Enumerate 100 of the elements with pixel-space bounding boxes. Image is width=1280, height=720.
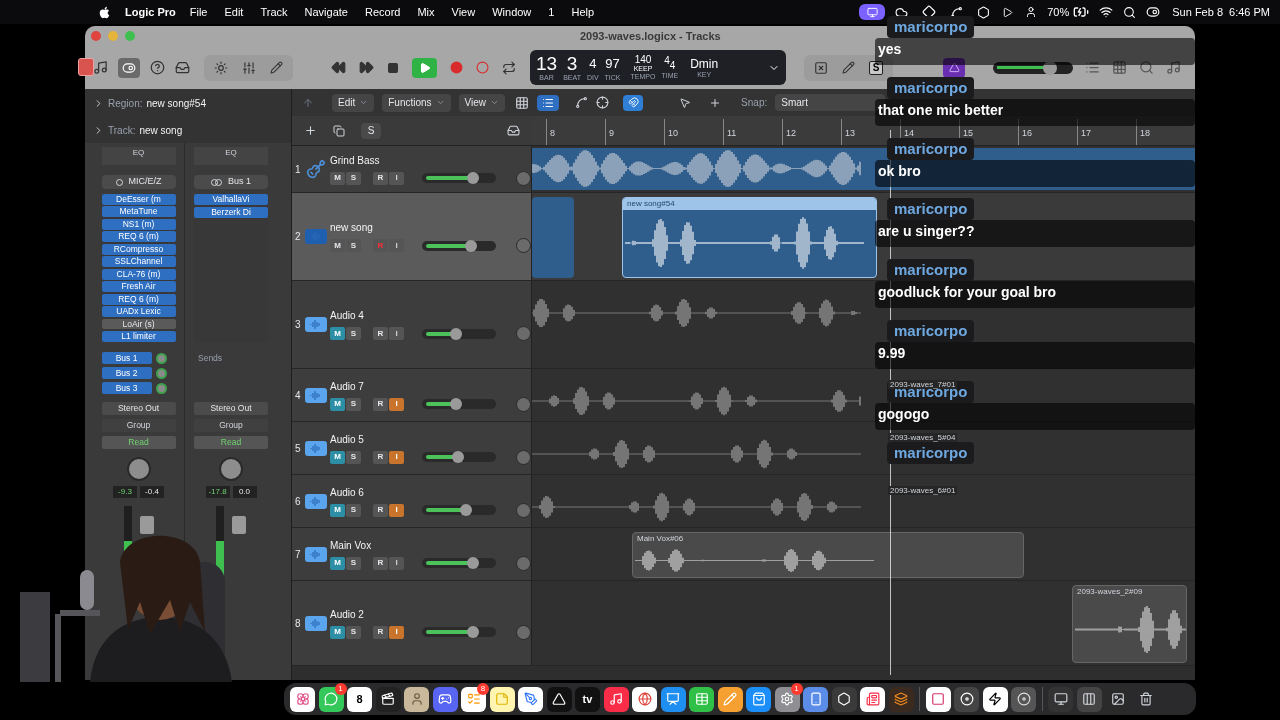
slider-thumb[interactable]: [449, 327, 462, 340]
track-header[interactable]: 1 Grind Bass M S R I: [292, 146, 532, 192]
send-slot[interactable]: Bus 1: [101, 352, 152, 364]
catch-button[interactable]: [623, 94, 644, 111]
inspector-toggle[interactable]: [118, 57, 140, 78]
audio-region[interactable]: 2093-waves_2#09: [1072, 585, 1187, 663]
track-header[interactable]: 5 Audio 5 M S R I: [292, 422, 532, 474]
diamond-icon[interactable]: [922, 5, 937, 19]
plugin-slot[interactable]: L1 limiter: [101, 331, 176, 342]
news-icon[interactable]: [860, 686, 885, 712]
input-button[interactable]: I: [389, 327, 404, 340]
help-icon[interactable]: [150, 60, 165, 75]
mute-button[interactable]: M: [330, 327, 345, 340]
mixer-icon[interactable]: [242, 60, 256, 75]
library-icon[interactable]: [93, 60, 108, 75]
track-header[interactable]: 2 new song M S R I: [292, 193, 532, 280]
eq-display[interactable]: EQ: [194, 147, 268, 165]
hexagon-icon[interactable]: [977, 5, 991, 19]
input-button[interactable]: I: [389, 239, 404, 252]
notes-icon[interactable]: [489, 686, 515, 712]
grid-view-icon[interactable]: [515, 95, 530, 110]
record-button[interactable]: R: [373, 397, 388, 411]
freeform-icon[interactable]: [518, 686, 543, 712]
inbox-icon[interactable]: [175, 60, 190, 75]
pan-knob[interactable]: [219, 457, 243, 481]
wifi-icon[interactable]: [1099, 5, 1114, 19]
user-status-icon[interactable]: [1025, 6, 1038, 18]
menu-button[interactable]: View: [458, 93, 506, 112]
slider-thumb[interactable]: [466, 557, 479, 569]
list-view-button[interactable]: [537, 94, 560, 111]
rewind-icon[interactable]: [331, 60, 346, 75]
plugin-slot[interactable]: DeEsser (m: [101, 194, 176, 205]
flex-icon[interactable]: [596, 96, 610, 109]
cloud-icon[interactable]: [895, 5, 909, 19]
menu-item[interactable]: Mix: [417, 3, 435, 21]
menu-item[interactable]: 1: [548, 3, 555, 21]
record-button[interactable]: R: [373, 556, 388, 570]
plugin-slot[interactable]: Fresh Air: [101, 281, 176, 293]
apple-menu-icon[interactable]: [98, 5, 111, 19]
automation-mode[interactable]: Read: [101, 436, 176, 449]
group-slot[interactable]: Group: [101, 419, 176, 432]
menu-button[interactable]: Functions: [382, 93, 451, 112]
stop-icon[interactable]: [387, 61, 399, 74]
volume-fader[interactable]: [139, 516, 154, 534]
menu-item[interactable]: Window: [492, 3, 532, 21]
solo-button[interactable]: S: [346, 239, 361, 252]
window-thumbnail[interactable]: [1048, 686, 1073, 712]
group-slot[interactable]: Group: [194, 419, 268, 432]
send-knob[interactable]: [155, 367, 167, 379]
volume-slider[interactable]: [422, 452, 496, 462]
output-slot[interactable]: Stereo Out: [101, 402, 176, 415]
solo-button[interactable]: S: [346, 503, 361, 517]
pan-knob[interactable]: [516, 502, 531, 518]
app-menu[interactable]: Logic Pro: [125, 3, 176, 21]
plugin-slot[interactable]: NS1 (m): [101, 218, 176, 230]
track-header[interactable]: 4 Audio 7 M S R I: [292, 369, 532, 421]
pan-knob[interactable]: [516, 326, 531, 341]
pan-knob[interactable]: [516, 396, 531, 412]
track-header[interactable]: 6 Audio 6 M S R I: [292, 475, 532, 527]
pan-knob[interactable]: [126, 457, 151, 481]
input-button[interactable]: I: [389, 450, 404, 464]
photos-icon[interactable]: [290, 686, 315, 712]
slider-thumb[interactable]: [451, 451, 464, 463]
input-button[interactable]: I: [389, 171, 404, 185]
secondary-tool-icon[interactable]: [709, 96, 722, 109]
automation-mode[interactable]: Read: [194, 436, 268, 449]
solo-button[interactable]: S: [346, 397, 361, 411]
track-disclosure[interactable]: Track: new song: [85, 117, 291, 143]
menu-item[interactable]: File: [189, 3, 208, 21]
input-slot[interactable]: Bus 1: [194, 175, 268, 189]
screen-share-icon[interactable]: [859, 4, 886, 20]
mute-button[interactable]: M: [330, 556, 345, 570]
send-slot[interactable]: Bus 3: [101, 382, 152, 394]
volume-slider[interactable]: [422, 505, 496, 515]
eq-display[interactable]: EQ: [101, 147, 176, 165]
send-slot[interactable]: Bus 2: [101, 367, 152, 379]
calendar-icon[interactable]: 8: [347, 686, 372, 712]
plugin-slot[interactable]: Berzerk Di: [194, 206, 268, 218]
metronome-button[interactable]: [943, 57, 965, 78]
plugin-slot[interactable]: RCompresso: [101, 243, 176, 255]
count-in-icon[interactable]: [814, 60, 828, 75]
slider-thumb[interactable]: [449, 398, 462, 410]
play-button[interactable]: [412, 57, 437, 78]
keynote-icon[interactable]: [660, 686, 686, 712]
track-header[interactable]: 3 Audio 4 M S R I: [292, 281, 532, 368]
solo-button[interactable]: S: [346, 556, 361, 570]
track-header[interactable]: 8 Audio 2 M S R I: [292, 581, 532, 665]
cycle-icon[interactable]: [502, 60, 516, 75]
plugin-slot[interactable]: ValhallaVi: [194, 194, 268, 205]
volume-slider[interactable]: [422, 627, 496, 637]
volume-slider[interactable]: [422, 558, 496, 568]
pan-knob[interactable]: [516, 170, 531, 186]
clapperboard-icon[interactable]: [375, 686, 401, 712]
control-center-icon[interactable]: [1146, 5, 1161, 19]
input-button[interactable]: I: [389, 556, 404, 570]
menu-button[interactable]: Edit: [332, 93, 375, 112]
region-disclosure[interactable]: Region: new song#54: [85, 89, 291, 117]
plugin-slot[interactable]: UADx Lexic: [101, 306, 176, 318]
score-toggle[interactable]: S: [869, 60, 883, 75]
menu-item[interactable]: Edit: [224, 3, 244, 21]
